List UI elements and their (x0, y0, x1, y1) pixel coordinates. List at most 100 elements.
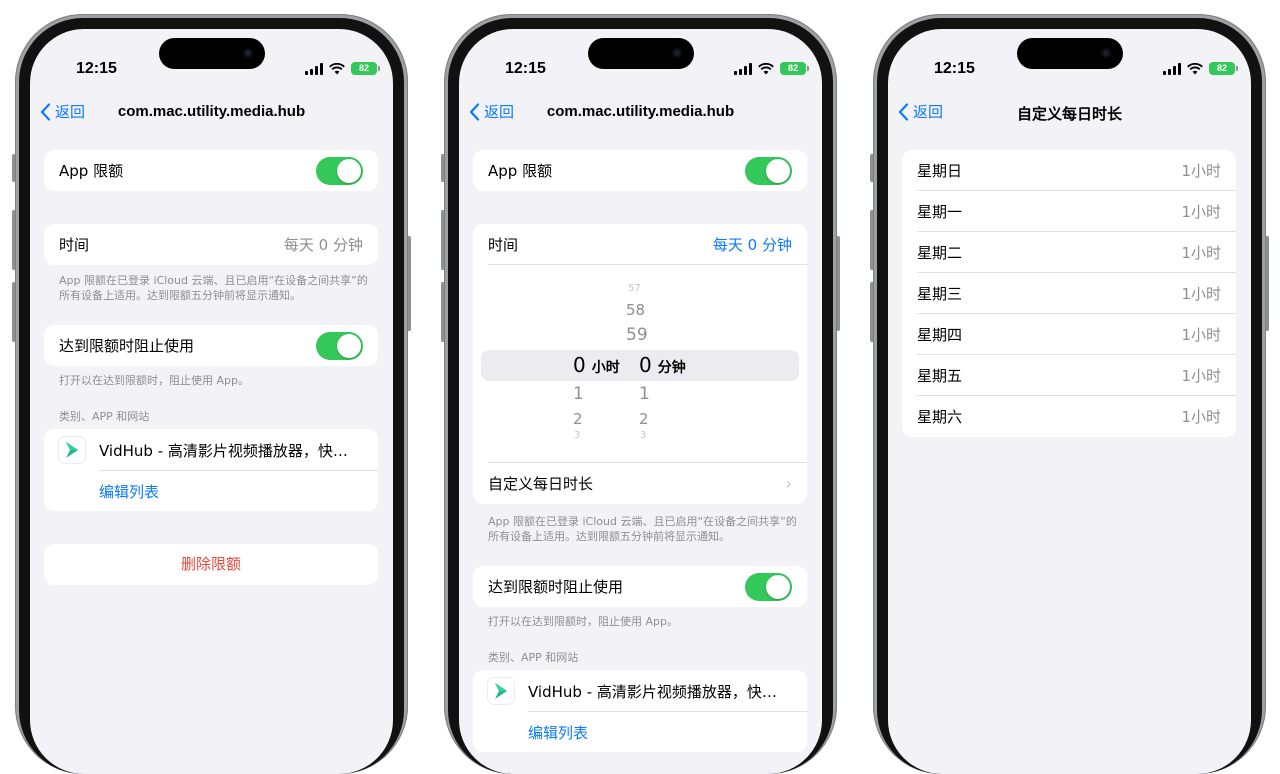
app-name: VidHub - 高清影片视频播放器，快… (99, 441, 348, 460)
app-limit-row: App 限额 (473, 150, 807, 191)
custom-daily-row[interactable]: 自定义每日时长 › (473, 463, 807, 504)
day-label: 星期日 (917, 162, 963, 180)
block-toggle[interactable] (745, 572, 792, 601)
status-icons: 82 (1163, 62, 1238, 75)
time-group: 时间 每天 0 分钟 (44, 224, 378, 265)
picker-hours-item: 58 (626, 301, 646, 319)
limit-footnote: App 限额在已登录 iCloud 云端、且已启用“在设备之间共享”的所有设备上… (488, 515, 797, 543)
picker-hours-item: 2 (573, 410, 583, 428)
chevron-right-icon: › (785, 474, 792, 493)
minutes-unit: 分钟 (657, 360, 686, 376)
day-row-monday[interactable]: 星期一 1小时 (902, 191, 1236, 232)
delete-limit-button[interactable]: 删除限额 (44, 544, 378, 585)
status-time: 12:15 (76, 60, 117, 77)
screen: 12:15 82 返回 com.mac.utility.media.hub Ap… (459, 29, 822, 774)
time-value: 每天 0 分钟 (283, 236, 363, 254)
edit-list-button[interactable]: 编辑列表 (44, 471, 378, 511)
battery-icon: 82 (351, 62, 380, 75)
screen: 12:15 82 返回 自定义每日时长 星期日 1小时 星期一 1小时 星期二 … (888, 29, 1251, 774)
hours-unit: 小时 (591, 360, 620, 376)
apps-group: VidHub - 高清影片视频播放器，快… 编辑列表 (473, 670, 807, 752)
block-row: 达到限额时阻止使用 (44, 325, 378, 366)
camera-icon (1101, 48, 1111, 58)
app-limit-group: App 限额 (44, 150, 378, 191)
block-label: 达到限额时阻止使用 (488, 578, 624, 596)
hours-value: 0 (573, 353, 586, 377)
cellular-signal-icon (1163, 62, 1181, 75)
day-value: 1小时 (1181, 244, 1221, 262)
day-row-tuesday[interactable]: 星期二 1小时 (902, 232, 1236, 273)
app-limit-row: App 限额 (44, 150, 378, 191)
day-row-saturday[interactable]: 星期六 1小时 (902, 396, 1236, 437)
status-icons: 82 (734, 62, 809, 75)
apps-group: VidHub - 高清影片视频播放器，快… 编辑列表 (44, 429, 378, 511)
status-time: 12:15 (934, 60, 975, 77)
app-limit-label: App 限额 (59, 162, 124, 180)
day-value: 1小时 (1181, 162, 1221, 180)
cellular-signal-icon (305, 62, 323, 75)
time-picker[interactable]: 57 58 59 0 小时 0 分钟 1 2 3 1 2 3 (473, 265, 807, 463)
dynamic-island (588, 38, 694, 69)
page-title: com.mac.utility.media.hub (117, 103, 306, 120)
vidhub-app-icon (488, 678, 514, 704)
day-row-sunday[interactable]: 星期日 1小时 (902, 150, 1236, 191)
time-row[interactable]: 时间 每天 0 分钟 (473, 224, 807, 265)
day-row-friday[interactable]: 星期五 1小时 (902, 355, 1236, 396)
phone-3: 12:15 82 返回 自定义每日时长 星期日 1小时 星期一 1小时 星期二 … (870, 14, 1269, 774)
block-row: 达到限额时阻止使用 (473, 566, 807, 607)
section-header: 类别、APP 和网站 (59, 410, 150, 423)
picker-minutes-item: 3 (640, 430, 647, 441)
time-row[interactable]: 时间 每天 0 分钟 (44, 224, 378, 265)
day-row-thursday[interactable]: 星期四 1小时 (902, 314, 1236, 355)
app-limit-label: App 限额 (488, 162, 553, 180)
block-label: 达到限额时阻止使用 (59, 337, 195, 355)
day-label: 星期一 (917, 203, 963, 221)
picker-hours-item: 57 (628, 283, 641, 294)
block-group: 达到限额时阻止使用 (44, 325, 378, 366)
status-time: 12:15 (505, 60, 546, 77)
day-label: 星期三 (917, 285, 963, 303)
time-value: 每天 0 分钟 (712, 236, 792, 254)
day-value: 1小时 (1181, 408, 1221, 426)
day-label: 星期二 (917, 244, 963, 262)
nav-bar: 返回 自定义每日时长 (888, 101, 1251, 127)
picker-hours-item: 59 (626, 325, 648, 345)
day-row-wednesday[interactable]: 星期三 1小时 (902, 273, 1236, 314)
section-header: 类别、APP 和网站 (488, 651, 579, 664)
app-limit-toggle[interactable] (745, 156, 792, 185)
camera-icon (672, 48, 682, 58)
nav-bar: 返回 com.mac.utility.media.hub (459, 101, 822, 127)
picker-minutes-item: 1 (639, 384, 650, 404)
block-group: 达到限额时阻止使用 (473, 566, 807, 607)
delete-group: 删除限额 (44, 544, 378, 585)
phone-2: 12:15 82 返回 com.mac.utility.media.hub Ap… (441, 14, 840, 774)
phone-1: 12:15 82 返回 com.mac.utility.media.hub Ap… (12, 14, 411, 774)
battery-icon: 82 (1209, 62, 1238, 75)
screen: 12:15 82 返回 com.mac.utility.media.hub Ap… (30, 29, 393, 774)
day-value: 1小时 (1181, 326, 1221, 344)
day-value: 1小时 (1181, 367, 1221, 385)
custom-daily-label: 自定义每日时长 (488, 475, 594, 493)
days-group: 星期日 1小时 星期一 1小时 星期二 1小时 星期三 1小时 星期四 1小时 … (902, 150, 1236, 437)
cellular-signal-icon (734, 62, 752, 75)
app-limit-toggle[interactable] (316, 156, 363, 185)
block-toggle[interactable] (316, 331, 363, 360)
picker-minutes-item: 2 (639, 410, 649, 428)
minutes-value: 0 (639, 353, 652, 377)
picker-hours-selected: 0 小时 (573, 353, 620, 377)
day-value: 1小时 (1181, 285, 1221, 303)
page-title: 自定义每日时长 (1016, 106, 1122, 123)
wifi-icon (329, 62, 345, 74)
picker-hours-item: 1 (573, 384, 584, 404)
list-item[interactable]: VidHub - 高清影片视频播放器，快… (473, 670, 807, 712)
day-label: 星期五 (917, 367, 963, 385)
edit-list-button[interactable]: 编辑列表 (473, 712, 807, 752)
wifi-icon (758, 62, 774, 74)
block-footnote: 打开以在达到限额时，阻止使用 App。 (488, 615, 678, 628)
picker-minutes-selected: 0 分钟 (639, 353, 686, 377)
list-item[interactable]: VidHub - 高清影片视频播放器，快… (44, 429, 378, 471)
battery-icon: 82 (780, 62, 809, 75)
vidhub-app-icon (59, 437, 85, 463)
app-limit-group: App 限额 (473, 150, 807, 191)
app-name: VidHub - 高清影片视频播放器，快… (528, 682, 777, 701)
